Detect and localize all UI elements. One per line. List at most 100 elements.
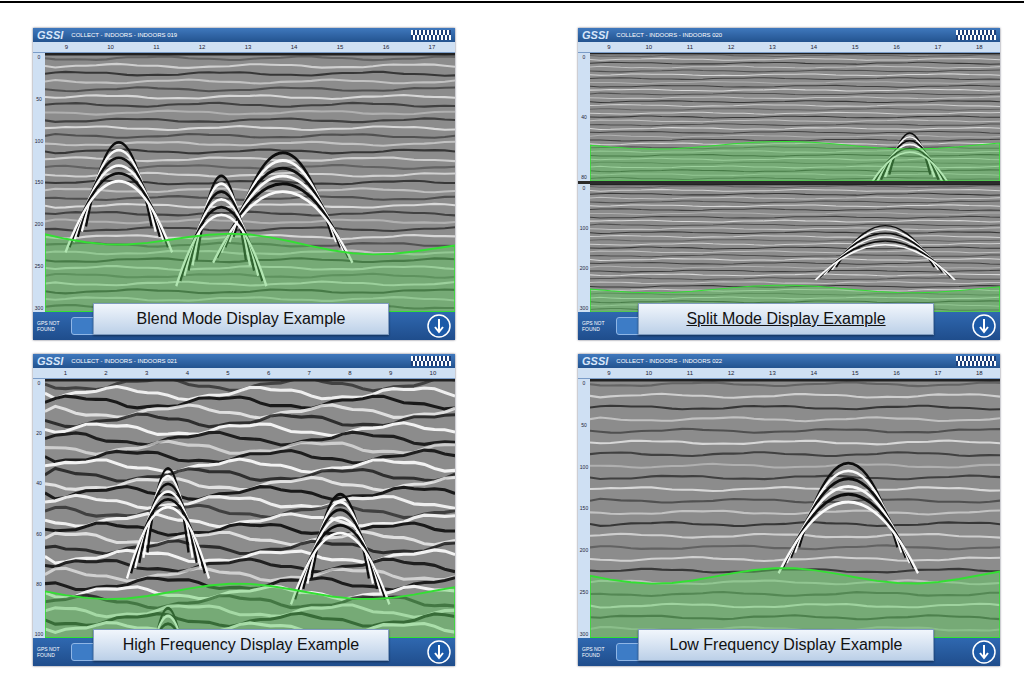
depth-label: 100 (33, 631, 45, 637)
ruler-tick: 13 (769, 370, 776, 376)
ruler-tick: 16 (383, 44, 390, 50)
figure-caption: High Frequency Display Example (93, 629, 389, 661)
ruler-tick: 3 (145, 370, 148, 376)
depth-label: 100 (33, 138, 45, 144)
app-title: COLLECT - INDOORS - INDOORS 022 (616, 358, 948, 364)
figure-caption: Low Frequency Display Example (638, 629, 934, 661)
checker-icon (411, 30, 451, 40)
radargram-pane: 0 100 200 300 (578, 184, 1000, 312)
caption-text: High Frequency Display Example (123, 636, 360, 654)
manual-page: GSSICOLLECT - INDOORS - INDOORS 01991011… (0, 0, 1024, 684)
scroll-down-icon[interactable] (427, 314, 451, 338)
top-rule (0, 1, 1024, 3)
scroll-down-icon[interactable] (972, 640, 996, 664)
depth-label: 20 (33, 430, 45, 436)
ruler-tick: 10 (645, 44, 652, 50)
depth-label: 200 (578, 265, 590, 271)
figure-caption: Split Mode Display Example (638, 303, 934, 335)
depth-label: 50 (578, 422, 590, 428)
ruler-tick: 16 (893, 370, 900, 376)
radargram-pane: 050100150200250300 (578, 379, 1000, 638)
figure: GSSICOLLECT - INDOORS - INDOORS 02091011… (578, 28, 1000, 340)
gssi-logo: GSSI (37, 355, 63, 367)
radargram-area: 050100150200250300 (578, 379, 1000, 638)
depth-label: 300 (578, 305, 590, 311)
depth-label: 50 (33, 96, 45, 102)
app-header: GSSI COLLECT - INDOORS - INDOORS 021 (33, 354, 455, 368)
ruler-tick: 15 (852, 44, 859, 50)
ruler-tick: 18 (976, 44, 983, 50)
ruler-tick: 5 (226, 370, 229, 376)
scroll-down-icon[interactable] (427, 640, 451, 664)
ruler-tick: 11 (153, 44, 159, 50)
device-screenshot: GSSICOLLECT - INDOORS - INDOORS 01991011… (33, 28, 455, 340)
depth-label: 300 (33, 305, 45, 311)
ruler-tick: 10 (430, 370, 437, 376)
app-title: COLLECT - INDOORS - INDOORS 019 (71, 32, 403, 38)
ruler-tick: 9 (607, 44, 610, 50)
gps-status: GPS NOT FOUND (582, 646, 608, 658)
radargram-pane: 050100150200250300 (33, 53, 455, 312)
depth-label: 250 (33, 263, 45, 269)
depth-label: 0 (33, 54, 45, 60)
depth-label: 100 (578, 464, 590, 470)
caption-text: Split Mode Display Example (686, 310, 885, 328)
caption-text: Blend Mode Display Example (137, 310, 346, 328)
depth-label: 300 (578, 631, 590, 637)
ruler-tick: 8 (348, 370, 351, 376)
distance-ruler: 12345678910 (33, 368, 455, 379)
distance-ruler: 91011121314151617 (33, 42, 455, 53)
ruler-tick: 6 (267, 370, 270, 376)
ruler-tick: 9 (607, 370, 610, 376)
depth-axis: 050100150200250300 (578, 379, 590, 638)
figure: GSSICOLLECT - INDOORS - INDOORS 02291011… (578, 354, 1000, 666)
checker-icon (956, 30, 996, 40)
ruler-tick: 10 (107, 44, 114, 50)
depth-label: 40 (33, 480, 45, 486)
depth-label: 200 (578, 547, 590, 553)
radargram (45, 53, 455, 312)
ruler-tick: 12 (728, 370, 735, 376)
scroll-down-icon[interactable] (972, 314, 996, 338)
depth-label: 40 (578, 114, 590, 120)
ruler-tick: 13 (769, 44, 776, 50)
depth-label: 100 (578, 225, 590, 231)
radargram-area: 050100150200250300 (33, 53, 455, 312)
ruler-tick: 11 (687, 370, 693, 376)
depth-axis: 04080 (578, 53, 590, 181)
ruler-tick: 12 (199, 44, 206, 50)
gssi-logo: GSSI (582, 29, 608, 41)
ruler-tick: 4 (186, 370, 189, 376)
ruler-tick: 13 (245, 44, 252, 50)
ruler-tick: 1 (64, 370, 67, 376)
gssi-logo: GSSI (582, 355, 608, 367)
depth-label: 250 (578, 589, 590, 595)
ruler-tick: 15 (337, 44, 344, 50)
depth-label: 150 (33, 179, 45, 185)
gps-status: GPS NOT FOUND (37, 320, 63, 332)
caption-text: Low Frequency Display Example (670, 636, 903, 654)
ruler-tick: 17 (935, 44, 942, 50)
gps-status: GPS NOT FOUND (582, 320, 608, 332)
depth-label: 0 (33, 380, 45, 386)
radargram-pane: 04080 (578, 53, 1000, 181)
figure-caption: Blend Mode Display Example (93, 303, 389, 335)
ruler-tick: 17 (429, 44, 436, 50)
ruler-tick: 12 (728, 44, 735, 50)
depth-label: 150 (578, 505, 590, 511)
app-title: COLLECT - INDOORS - INDOORS 021 (71, 358, 403, 364)
gssi-logo: GSSI (37, 29, 63, 41)
figure: GSSICOLLECT - INDOORS - INDOORS 02112345… (33, 354, 455, 666)
device-screenshot: GSSICOLLECT - INDOORS - INDOORS 02112345… (33, 354, 455, 666)
depth-label: 60 (33, 531, 45, 537)
depth-label: 0 (578, 185, 590, 191)
distance-ruler: 9101112131415161718 (578, 42, 1000, 53)
depth-axis: 020406080100 (33, 379, 45, 638)
radargram-area: 020406080100 (33, 379, 455, 638)
depth-label: 80 (578, 174, 590, 180)
checker-icon (411, 356, 451, 366)
depth-axis: 0 100 200 300 (578, 184, 590, 312)
ruler-tick: 18 (976, 370, 983, 376)
ruler-tick: 14 (810, 44, 817, 50)
radargram-pane: 020406080100 (33, 379, 455, 638)
